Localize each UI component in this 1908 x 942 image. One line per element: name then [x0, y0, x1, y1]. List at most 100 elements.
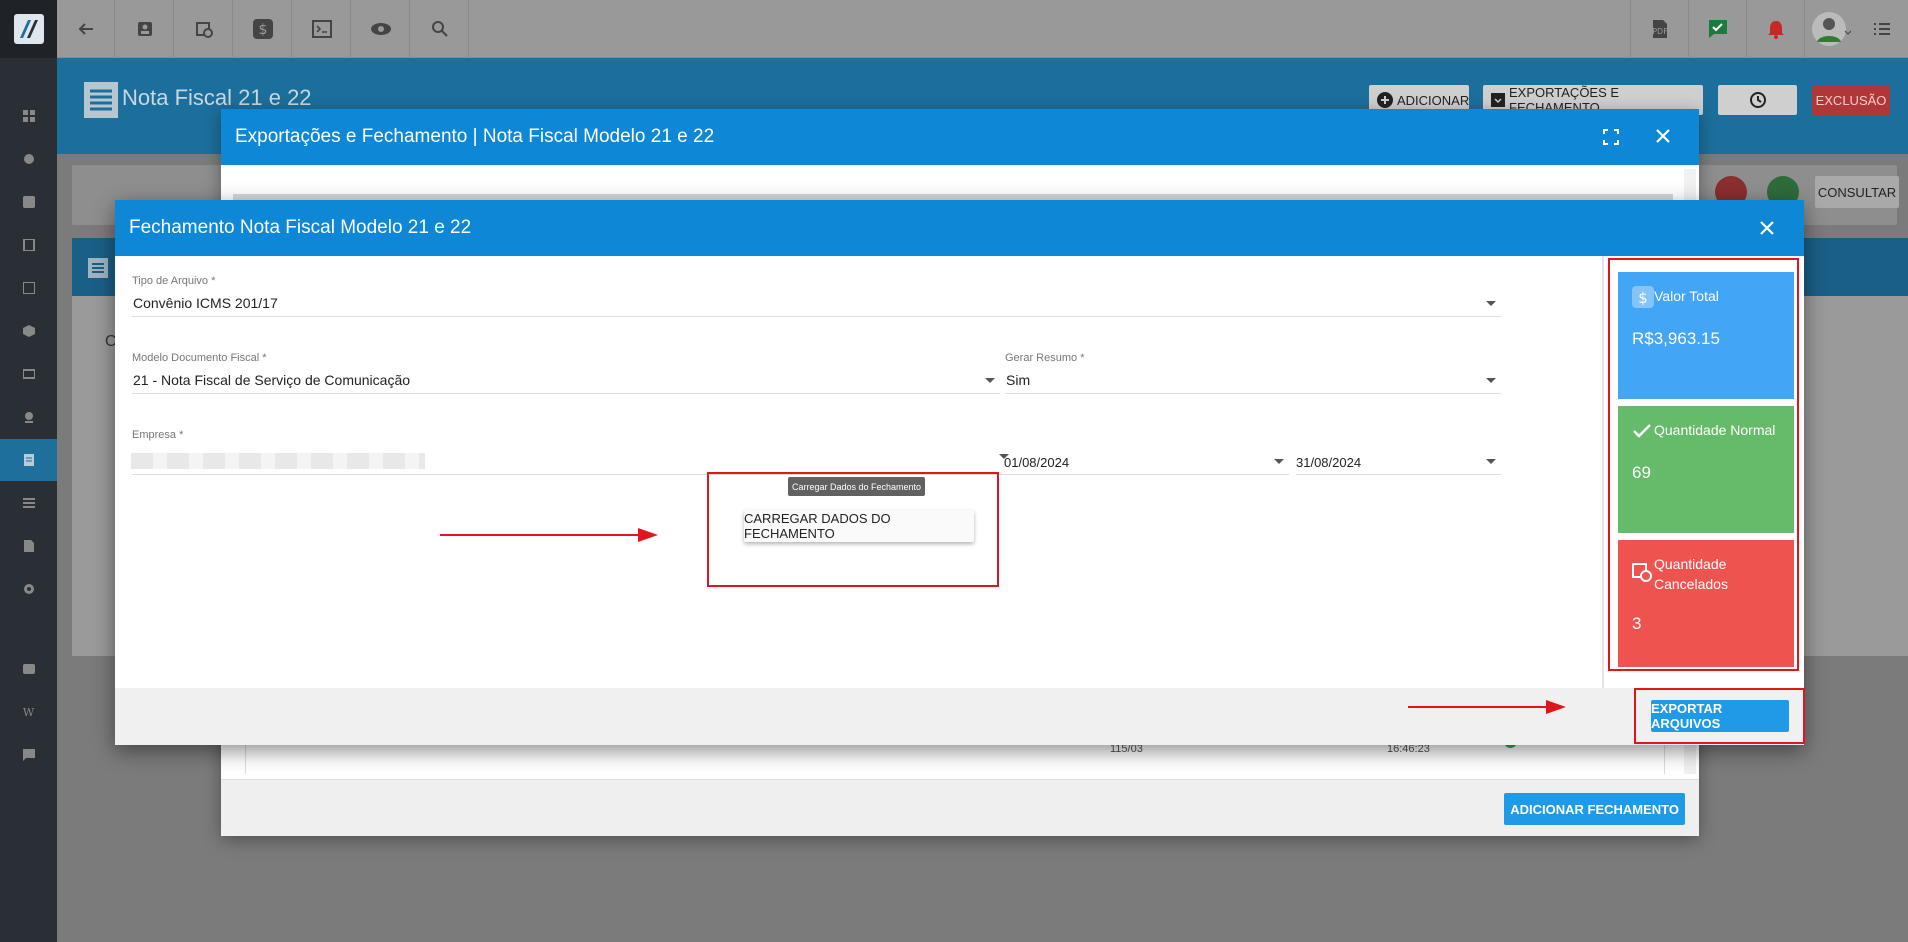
check-icon [1632, 423, 1652, 439]
chevron-down-icon [1274, 459, 1284, 464]
chevron-down-icon [1486, 301, 1496, 306]
fechamento-modal-footer [115, 688, 1804, 745]
card-quantidade-cancelados: Quantidade Cancelados 3 [1618, 540, 1794, 667]
exports-modal-title: Exportações e Fechamento | Nota Fiscal M… [235, 126, 715, 147]
sidebar-item-location[interactable] [0, 396, 57, 438]
plus-circle-icon [1377, 92, 1393, 108]
exclusion-button[interactable]: EXCLUSÃO [1812, 85, 1890, 115]
contact-card-icon[interactable] [116, 0, 174, 58]
svg-text:$: $ [1638, 289, 1648, 307]
sidebar-item-finance[interactable] [0, 353, 57, 395]
carregar-dados-button[interactable]: CARREGAR DADOS DO FECHAMENTO [744, 510, 974, 542]
menu-list-icon[interactable] [1856, 0, 1908, 58]
calendar-clock-icon[interactable] [175, 0, 233, 58]
card-title: Quantidade Normal [1654, 422, 1776, 438]
tipo-arquivo-label: Tipo de Arquivo [132, 275, 209, 287]
add-button-label: ADICIONAR [1397, 92, 1470, 108]
document-icon [88, 258, 108, 278]
modelo-documento-label: Modelo Documento Fiscal [132, 352, 260, 364]
card-valor-total: $ Valor Total R$3,963.15 [1618, 272, 1794, 399]
sidebar-item-contacts[interactable] [0, 181, 57, 223]
required-mark: * [1080, 352, 1085, 364]
gear-icon [23, 583, 35, 595]
dollar-icon[interactable]: $ [234, 0, 292, 58]
card-quantidade-normal: Quantidade Normal 69 [1618, 406, 1794, 533]
close-icon[interactable] [1760, 221, 1774, 235]
sidebar-item-list[interactable] [0, 482, 57, 524]
money-icon [22, 368, 35, 380]
exports-modal-footer: ADICIONAR FECHAMENTO [221, 779, 1699, 836]
history-icon [1749, 91, 1767, 109]
sidebar-item-nota-fiscal[interactable] [0, 439, 57, 481]
data-fim-field[interactable]: 31/08/2024 [1296, 445, 1501, 475]
annotation-arrow [1408, 706, 1548, 708]
empresa-select[interactable]: Empresa * [131, 429, 1012, 475]
required-mark: * [262, 352, 267, 364]
svg-text:PDF: PDF [1652, 27, 1668, 36]
document-icon [84, 82, 118, 118]
document-icon [23, 454, 35, 466]
svg-text:$: $ [258, 22, 267, 38]
sidebar-item-wordpress[interactable]: W [0, 691, 57, 733]
gerar-resumo-label: Gerar Resumo [1005, 352, 1078, 364]
eye-icon[interactable] [352, 0, 410, 58]
video-icon [22, 664, 35, 674]
consultar-button[interactable]: CONSULTAR [1815, 176, 1899, 208]
pdf-icon[interactable]: PDF [1630, 0, 1688, 58]
close-icon[interactable] [1655, 128, 1671, 144]
sidebar-item-video[interactable] [0, 648, 57, 690]
file-icon [23, 540, 35, 552]
sidebar-item-chart[interactable] [0, 138, 57, 180]
sidebar-item-dashboard[interactable] [0, 95, 57, 137]
fullscreen-icon[interactable] [1603, 129, 1619, 145]
wordpress-icon: W [22, 705, 35, 719]
annotation-arrow [440, 534, 640, 536]
back-arrow-icon[interactable] [57, 0, 115, 58]
sidebar-item-files[interactable] [0, 525, 57, 567]
page-title: Nota Fiscal 21 e 22 [122, 85, 312, 110]
add-fechamento-button[interactable]: ADICIONAR FECHAMENTO [1504, 793, 1685, 825]
alarm-bell-icon[interactable] [1746, 0, 1804, 58]
data-inicio-value: 01/08/2024 [1004, 455, 1070, 470]
annotation-arrowhead [1546, 700, 1566, 714]
terminal-icon[interactable] [293, 0, 351, 58]
tooltip: Carregar Dados do Fechamento [788, 477, 925, 496]
search-icon[interactable] [411, 0, 469, 58]
sidebar-item-products[interactable] [0, 310, 57, 352]
modelo-documento-select[interactable]: Modelo Documento Fiscal * 21 - Nota Fisc… [132, 352, 1000, 394]
fechamento-modal-header: Fechamento Nota Fiscal Modelo 21 e 22 [115, 200, 1804, 256]
check-message-icon[interactable] [1688, 0, 1746, 58]
card-title: Valor Total [1654, 288, 1719, 304]
fechamento-modal-title: Fechamento Nota Fiscal Modelo 21 e 22 [129, 217, 472, 238]
data-fim-value: 31/08/2024 [1296, 455, 1362, 470]
calendar-clock-icon [1632, 562, 1652, 582]
chevron-down-icon [1486, 459, 1496, 464]
data-inicio-field[interactable]: 01/08/2024 [1004, 445, 1289, 475]
app-logo[interactable] [0, 0, 57, 58]
card-title: Quantidade Cancelados [1654, 556, 1728, 592]
list-icon [22, 497, 35, 509]
location-icon [23, 411, 35, 423]
tipo-arquivo-select[interactable]: Tipo de Arquivo * Convênio ICMS 201/17 [132, 275, 1501, 317]
export-box-icon [1491, 93, 1505, 107]
exports-modal-header: Exportações e Fechamento | Nota Fiscal M… [221, 109, 1699, 165]
required-mark: * [179, 429, 184, 441]
sidebar-item-book[interactable] [0, 224, 57, 266]
sidebar-item-settings[interactable] [0, 568, 57, 610]
contact-icon [22, 196, 35, 208]
annotation-arrowhead [638, 528, 658, 542]
dollar-icon: $ [1632, 286, 1654, 308]
avatar[interactable] [1804, 0, 1856, 58]
fechamento-modal: Fechamento Nota Fiscal Modelo 21 e 22 Ti… [115, 200, 1805, 745]
sidebar-item-calendar[interactable] [0, 267, 57, 309]
chevron-down-icon [1486, 378, 1496, 383]
card-value: R$3,963.15 [1632, 329, 1720, 348]
export-files-button[interactable]: EXPORTAR ARQUIVOS [1651, 700, 1789, 732]
history-button[interactable] [1718, 85, 1797, 115]
cube-icon [22, 325, 35, 337]
sidebar-item-chat[interactable] [0, 734, 57, 776]
gerar-resumo-value: Sim [1006, 372, 1031, 388]
chart-pie-icon [23, 153, 35, 165]
gerar-resumo-select[interactable]: Gerar Resumo * Sim [1005, 352, 1501, 394]
card-value: 69 [1632, 463, 1651, 482]
